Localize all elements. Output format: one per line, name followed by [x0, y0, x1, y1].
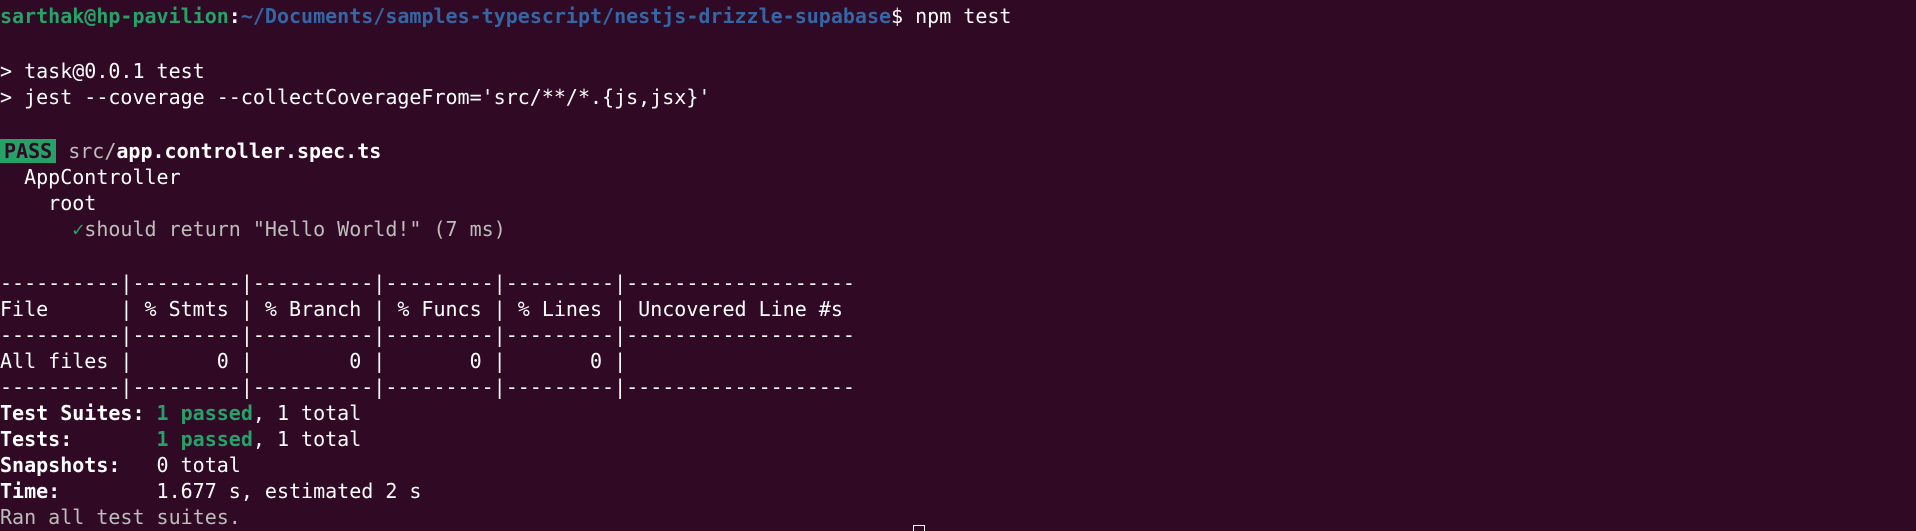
prompt-line: sarthak@hp-pavilion:~/Documents/samples-…: [0, 3, 1011, 29]
prompt-user-host: sarthak@hp-pavilion: [0, 4, 229, 28]
prompt-path: ~/Documents/samples-typescript/nestjs-dr…: [240, 4, 892, 28]
snapshots-value: 0 total: [156, 453, 241, 477]
coverage-separator-bottom: ----------|---------|----------|--------…: [0, 375, 855, 399]
command-text: npm test: [903, 4, 1012, 28]
summary-suites: Test Suites: 1 passed, 1 total: [0, 400, 361, 426]
time-label: Time:: [0, 479, 157, 503]
suites-label: Test Suites:: [0, 401, 157, 425]
script-line-2: > jest --coverage --collectCoverageFrom=…: [0, 85, 711, 109]
spec-file: app.controller.spec.ts: [116, 139, 382, 163]
test-case-name: should return "Hello World!" (7 ms): [84, 217, 506, 241]
time-value: 1.677 s, estimated 2 s: [156, 479, 422, 503]
tests-label: Tests:: [0, 427, 157, 451]
text-cursor[interactable]: [913, 525, 925, 531]
snapshots-label: Snapshots:: [0, 453, 157, 477]
suites-total: , 1 total: [252, 401, 362, 425]
spec-dir: src/: [68, 139, 117, 163]
describe-line: root: [0, 190, 96, 216]
prompt-colon: :: [228, 4, 241, 28]
summary-time: Time: 1.677 s, estimated 2 s: [0, 478, 421, 504]
coverage-separator-mid: ----------|---------|----------|--------…: [0, 323, 855, 347]
tests-passed: 1 passed: [156, 427, 253, 451]
summary-snapshots: Snapshots: 0 total: [0, 452, 241, 478]
test-case-line: ✓should return "Hello World!" (7 ms): [0, 216, 506, 242]
summary-tests: Tests: 1 passed, 1 total: [0, 426, 361, 452]
pass-badge: PASS: [0, 139, 57, 163]
suite-line: AppController: [0, 164, 181, 190]
ran-all-suites: Ran all test suites.: [0, 505, 241, 529]
terminal-window[interactable]: sarthak@hp-pavilion:~/Documents/samples-…: [0, 0, 1916, 531]
prompt-symbol: $: [891, 4, 904, 28]
coverage-header: File | % Stmts | % Branch | % Funcs | % …: [0, 297, 843, 321]
coverage-row-all-files: All files | 0 | 0 | 0 | 0 |: [0, 349, 627, 373]
suite-name: AppController: [24, 165, 181, 189]
tests-total: , 1 total: [252, 427, 362, 451]
suites-passed: 1 passed: [156, 401, 253, 425]
script-line-1: > task@0.0.1 test: [0, 59, 205, 83]
test-file-result: PASS src/app.controller.spec.ts: [0, 138, 381, 164]
coverage-separator-top: ----------|---------|----------|--------…: [0, 271, 855, 295]
describe-name: root: [48, 191, 97, 215]
check-icon: ✓: [72, 217, 85, 241]
